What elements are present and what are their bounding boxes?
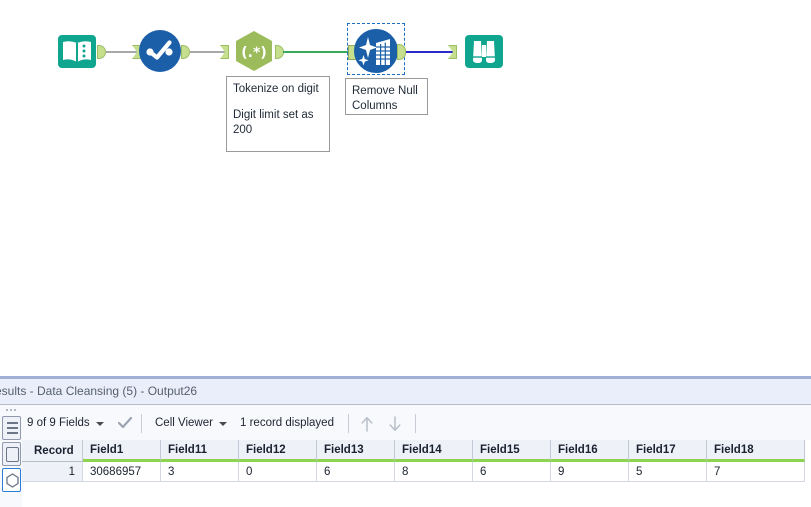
column-header-field12[interactable]: Field12: [239, 440, 317, 462]
annotation-regex-line2: Digit limit set as: [233, 109, 314, 121]
alteryx-designer-window: (.*) Tokenize on digit Digit limit set a…: [0, 0, 811, 507]
results-side-strip: [0, 406, 22, 507]
cell-field13[interactable]: 6: [317, 462, 395, 482]
list-lines-icon: [7, 421, 18, 435]
cell-field11[interactable]: 3: [161, 462, 239, 482]
tool-browse[interactable]: [462, 29, 506, 73]
cell-field14[interactable]: 8: [395, 462, 473, 482]
results-pane: esults - Data Cleansing (5) - Output26 9…: [0, 376, 811, 507]
connection-wire-2[interactable]: [190, 51, 226, 53]
tool-input-data[interactable]: [55, 29, 99, 73]
side-button-list-view[interactable]: [2, 416, 21, 440]
toolbar-divider-3: [415, 414, 416, 433]
drag-grip-dots-icon[interactable]: [4, 409, 18, 414]
connection-wire-3[interactable]: [283, 51, 349, 53]
cell-viewer-selector[interactable]: Cell Viewer: [155, 406, 227, 440]
tool-regex[interactable]: (.*): [232, 29, 276, 73]
annotation-macro-line1: Remove Null: [352, 85, 418, 97]
side-button-profile-view[interactable]: [2, 442, 21, 466]
connection-wire-4[interactable]: [406, 51, 453, 53]
rounded-rect-icon: [6, 447, 19, 462]
column-header-record[interactable]: Record: [22, 440, 83, 462]
results-title-bar[interactable]: esults - Data Cleansing (5) - Output26: [0, 379, 811, 405]
annotation-macro-line2: Columns: [352, 100, 398, 112]
annotation-regex-spacer: [233, 97, 323, 108]
workflow-canvas[interactable]: (.*) Tokenize on digit Digit limit set a…: [0, 0, 811, 376]
column-header-field11[interactable]: Field11: [161, 440, 239, 462]
annotation-regex-line1: Tokenize on digit: [233, 83, 319, 95]
cell-field12[interactable]: 0: [239, 462, 317, 482]
cell-field18[interactable]: 7: [707, 462, 805, 482]
annotation-regex[interactable]: Tokenize on digit Digit limit set as 200: [226, 76, 330, 152]
connection-wire-1[interactable]: [106, 51, 138, 53]
sparkle-grid-macro-icon: [354, 29, 398, 73]
arrow-up-icon[interactable]: [360, 416, 374, 432]
cell-field1[interactable]: 30686957: [83, 462, 161, 482]
column-header-field1[interactable]: Field1: [83, 440, 161, 462]
toolbar-divider-1: [141, 414, 142, 433]
results-title-text: esults - Data Cleansing (5) - Output26: [0, 384, 198, 398]
check-data-cleansing-icon: [139, 30, 181, 72]
toolbar-divider-2: [348, 414, 349, 433]
results-grid-empty-area: [22, 482, 811, 507]
annotation-regex-line3: 200: [233, 124, 253, 136]
results-data-grid[interactable]: Record Field1 Field11 Field12 Field13 Fi…: [22, 440, 811, 507]
arrow-down-icon[interactable]: [388, 416, 402, 432]
regex-hexagon-icon: (.*): [236, 31, 272, 71]
tool-data-cleansing[interactable]: [138, 29, 182, 73]
binoculars-browse-icon: [465, 35, 503, 68]
column-header-field14[interactable]: Field14: [395, 440, 473, 462]
column-header-field16[interactable]: Field16: [551, 440, 629, 462]
record-count-label: 1 record displayed: [240, 417, 334, 429]
chevron-down-icon[interactable]: [95, 422, 104, 426]
chevron-down-icon-2[interactable]: [218, 422, 227, 426]
fields-selector[interactable]: 9 of 9 Fields: [27, 406, 104, 440]
column-header-field13[interactable]: Field13: [317, 440, 395, 462]
cell-field16[interactable]: 9: [551, 462, 629, 482]
output-anchor-data-cleansing[interactable]: [181, 45, 190, 59]
hexagon-icon: [6, 473, 19, 488]
annotation-macro[interactable]: Remove Null Columns: [345, 78, 428, 115]
cell-viewer-label: Cell Viewer: [155, 417, 213, 429]
svg-text:(.*): (.*): [241, 45, 266, 61]
column-header-field15[interactable]: Field15: [473, 440, 551, 462]
checkmark-icon[interactable]: [118, 417, 132, 429]
cell-field15[interactable]: 6: [473, 462, 551, 482]
column-header-field17[interactable]: Field17: [629, 440, 707, 462]
results-toolbar: 9 of 9 Fields Cell Viewer 1 record displ…: [0, 406, 811, 440]
side-button-tool-hex[interactable]: [2, 468, 21, 492]
book-input-data-icon: [58, 35, 96, 68]
fields-selector-label: 9 of 9 Fields: [27, 417, 90, 429]
tool-remove-null-columns[interactable]: [354, 29, 398, 73]
cell-record: 1: [22, 462, 83, 482]
cell-field17[interactable]: 5: [629, 462, 707, 482]
column-header-field18[interactable]: Field18: [707, 440, 805, 462]
